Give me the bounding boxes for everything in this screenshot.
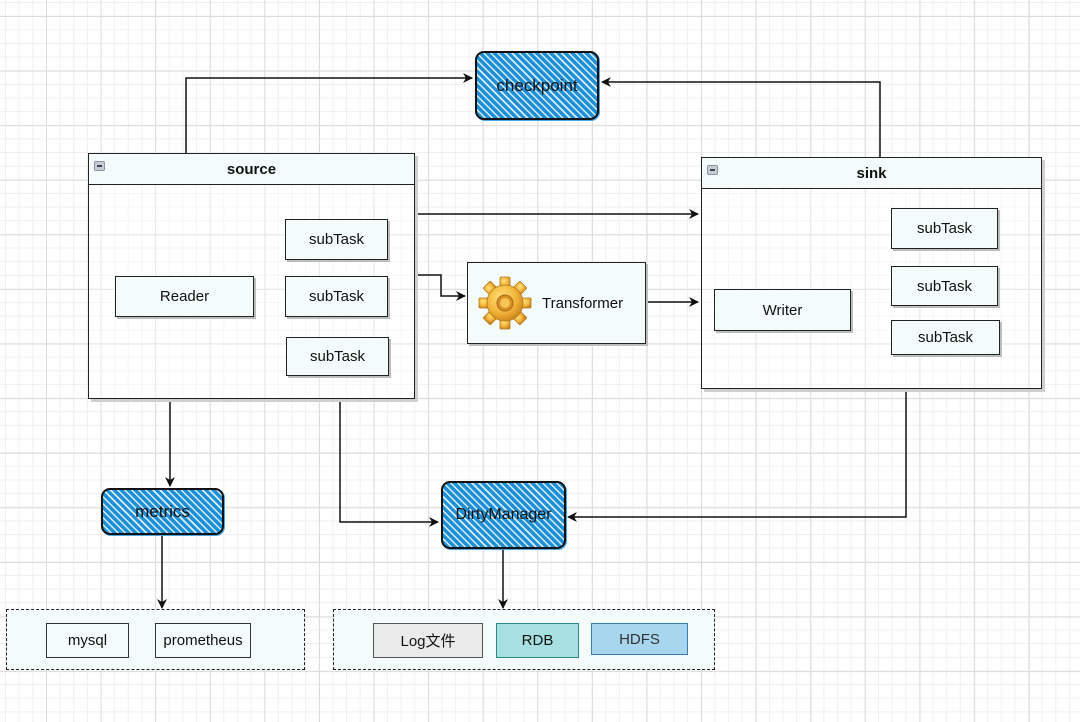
- sink-subtask[interactable]: subTask: [891, 266, 998, 306]
- transformer-label: Transformer: [542, 294, 624, 312]
- edge-source-dirtymanager: [339, 399, 439, 527]
- subtask-label: subTask: [308, 288, 365, 305]
- checkpoint-node[interactable]: checkpoint: [475, 51, 599, 120]
- reader-label: Reader: [159, 288, 210, 305]
- edge-source-checkpoint: [185, 73, 473, 153]
- sink-header: sink: [702, 158, 1041, 189]
- source-subtask[interactable]: subTask: [286, 337, 389, 376]
- writer-label: Writer: [762, 301, 803, 319]
- reader-node[interactable]: Reader: [115, 276, 254, 317]
- hdfs-target[interactable]: HDFS: [591, 623, 688, 655]
- edge-sink-checkpoint: [601, 77, 881, 157]
- subtask-label: subTask: [917, 329, 974, 346]
- source-subtask[interactable]: subTask: [285, 219, 388, 260]
- dirty-manager-label: DirtyManager: [455, 506, 552, 523]
- mysql-label: mysql: [67, 632, 108, 649]
- log-file-label: Log文件: [400, 633, 456, 650]
- writer-node[interactable]: Writer: [714, 289, 851, 331]
- sink-title: sink: [856, 164, 887, 182]
- prometheus-target[interactable]: prometheus: [155, 623, 251, 658]
- source-header: source: [89, 154, 414, 185]
- log-file-target[interactable]: Log文件: [373, 623, 483, 658]
- hdfs-label: HDFS: [619, 630, 660, 648]
- sink-subtask[interactable]: subTask: [891, 208, 998, 249]
- sink-subtask[interactable]: subTask: [891, 320, 1000, 355]
- source-title: source: [226, 160, 277, 178]
- metrics-label: metrics: [135, 501, 190, 521]
- collapse-icon[interactable]: [94, 161, 105, 171]
- subtask-label: subTask: [308, 231, 365, 248]
- edge-source-transformer: [415, 274, 466, 301]
- prometheus-label: prometheus: [163, 632, 243, 649]
- rdb-label: RDB: [521, 632, 554, 649]
- checkpoint-label: checkpoint: [496, 75, 578, 95]
- transformer-node[interactable]: Transformer: [467, 262, 646, 344]
- subtask-label: subTask: [309, 348, 366, 365]
- subtask-label: subTask: [916, 277, 973, 295]
- mysql-target[interactable]: mysql: [46, 623, 129, 658]
- rdb-target[interactable]: RDB: [496, 623, 579, 658]
- gear-icon: [478, 276, 532, 330]
- subtask-label: subTask: [916, 220, 973, 237]
- collapse-icon[interactable]: [707, 165, 718, 175]
- metrics-node[interactable]: metrics: [101, 488, 224, 535]
- source-subtask[interactable]: subTask: [285, 276, 388, 317]
- edge-sink-dirtymanager: [567, 389, 907, 522]
- dirty-manager-node[interactable]: DirtyManager: [441, 481, 566, 549]
